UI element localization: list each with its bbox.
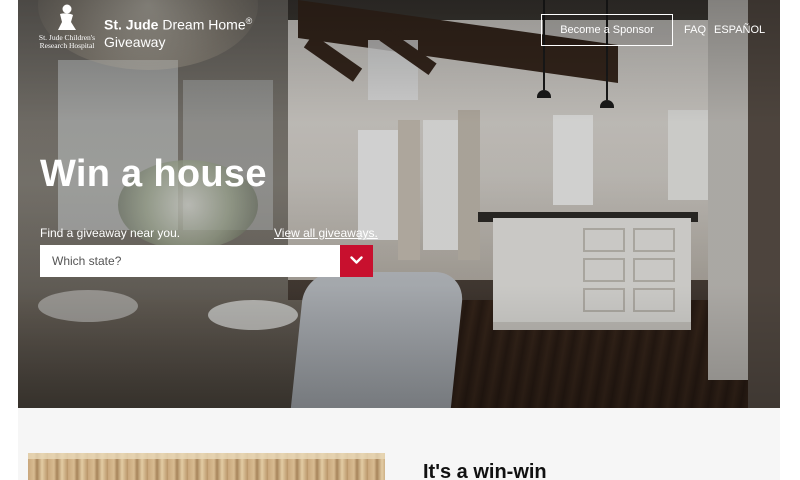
faq-link[interactable]: FAQ [684, 24, 706, 36]
win-win-section: It's a win-win [18, 408, 780, 480]
espanol-link[interactable]: ESPAÑOL [714, 24, 765, 36]
find-giveaway-label: Find a giveaway near you. [40, 226, 181, 240]
brand-regular: Dream Home [162, 16, 246, 33]
construction-photo-beam [28, 453, 385, 459]
st-jude-child-figure-icon [58, 4, 76, 30]
view-all-giveaways-link[interactable]: View all giveaways. [274, 226, 378, 240]
brand-bold: St. Jude [104, 16, 159, 33]
brand-line1: St. Jude Dream Home® [104, 13, 252, 34]
chevron-down-icon [350, 256, 363, 264]
hero-banner [18, 0, 780, 408]
brand-mark: ® [245, 16, 253, 26]
state-select-placeholder: Which state? [52, 254, 122, 268]
logo-line2: Research Hospital [39, 41, 95, 50]
hero-overlay [18, 0, 780, 408]
logo-text: St. Jude Children's Research Hospital [36, 34, 98, 50]
page: St. Jude Children's Research Hospital St… [0, 0, 800, 480]
section-heading: It's a win-win [423, 461, 547, 480]
hero-title: Win a house [40, 153, 267, 195]
brand-line2: Giveaway [104, 33, 166, 50]
brand-title[interactable]: St. Jude Dream Home® Giveaway [104, 13, 252, 51]
state-select[interactable]: Which state? [40, 245, 373, 277]
st-jude-logo[interactable]: St. Jude Children's Research Hospital [36, 4, 98, 50]
state-select-button[interactable] [340, 245, 373, 277]
become-sponsor-button[interactable]: Become a Sponsor [541, 14, 673, 46]
